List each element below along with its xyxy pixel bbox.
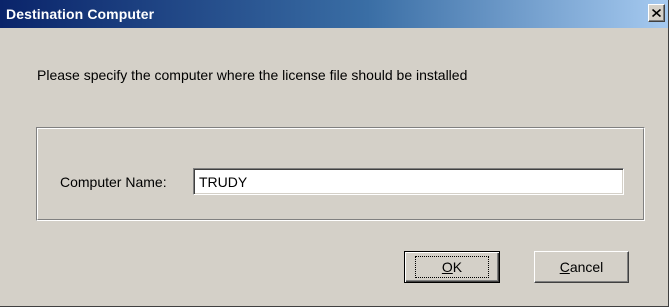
cancel-mnemonic: C bbox=[559, 259, 570, 275]
close-button[interactable] bbox=[648, 4, 665, 22]
destination-computer-dialog: Destination Computer Please specify the … bbox=[0, 0, 669, 307]
computer-name-label: Computer Name: bbox=[60, 174, 167, 190]
ok-mnemonic: O bbox=[441, 259, 453, 275]
cancel-label-rest: ancel bbox=[569, 259, 604, 275]
cancel-button[interactable]: Cancel bbox=[534, 251, 629, 283]
window-title: Destination Computer bbox=[6, 6, 155, 22]
computer-name-input[interactable] bbox=[193, 168, 624, 195]
ok-button-focus: OK bbox=[414, 256, 490, 278]
ok-button[interactable]: OK bbox=[404, 251, 500, 283]
close-icon bbox=[652, 9, 661, 17]
title-bar[interactable]: Destination Computer bbox=[0, 0, 668, 28]
ok-label-rest: K bbox=[452, 259, 463, 275]
instruction-text: Please specify the computer where the li… bbox=[37, 67, 468, 83]
